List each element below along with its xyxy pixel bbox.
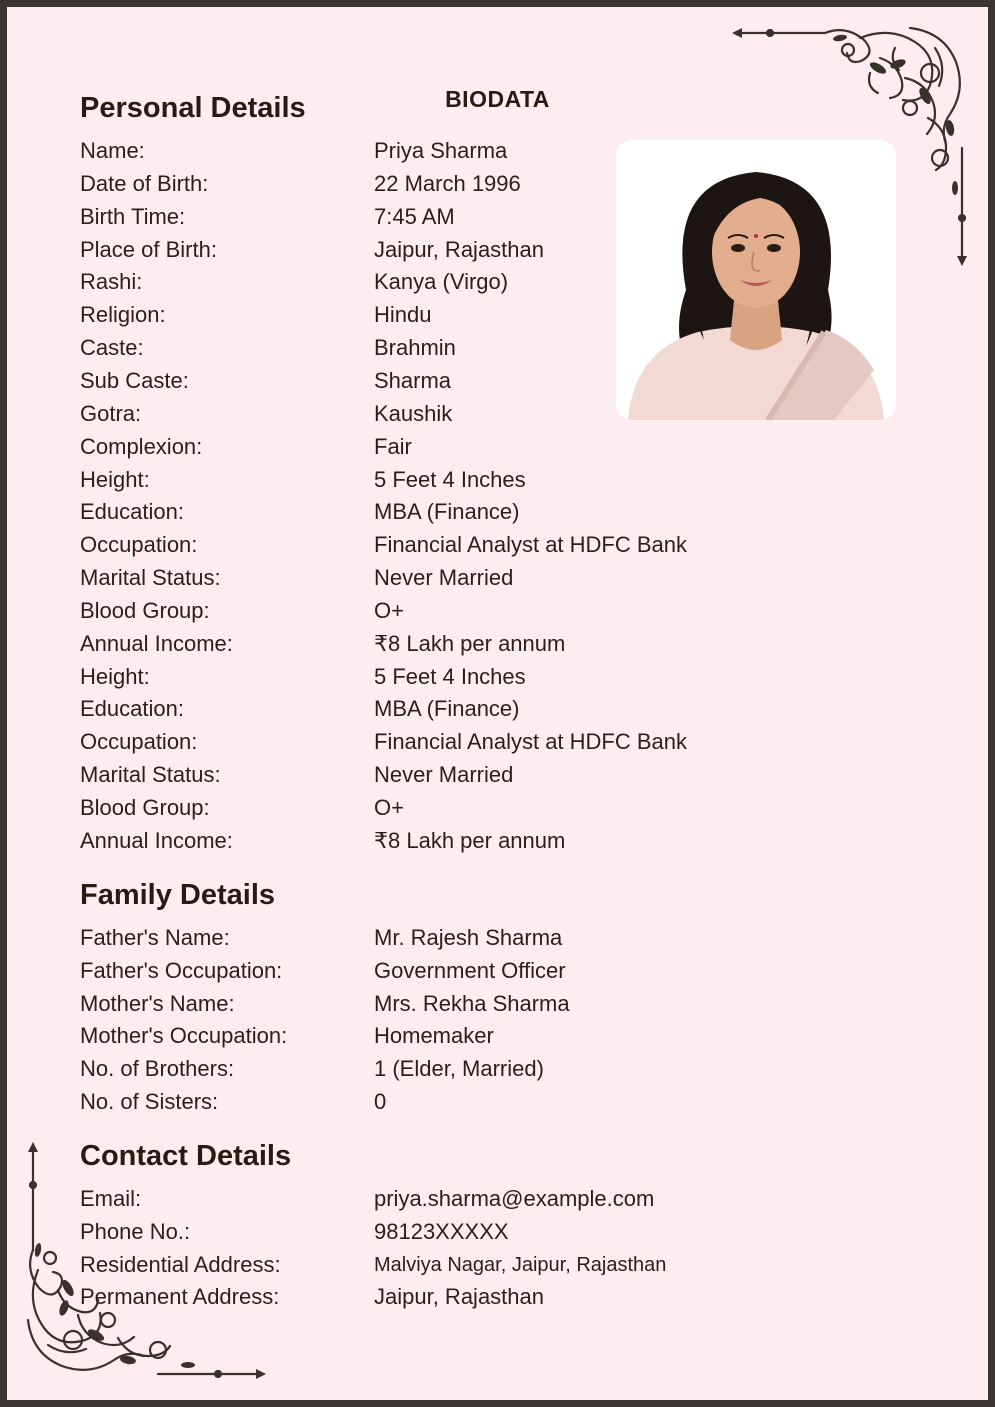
family-row-label: Mother's Name: xyxy=(80,990,235,1016)
family-row: Mother's Name: Mrs. Rekha Sharma xyxy=(80,991,780,1024)
personal-row-label: Marital Status: xyxy=(80,565,221,591)
personal-row-value: O+ xyxy=(374,795,404,820)
personal-row: Place of Birth: Jaipur, Rajasthan xyxy=(80,237,780,270)
contact-row-value: 98123XXXXX xyxy=(374,1218,509,1244)
personal-row: Education: MBA (Finance) xyxy=(80,696,780,729)
family-row: Mother's Occupation: Homemaker xyxy=(80,1023,780,1056)
personal-row-label: Rashi: xyxy=(80,269,143,295)
personal-row-value: Priya Sharma xyxy=(374,138,508,163)
personal-row-label: Gotra: xyxy=(80,400,142,426)
personal-row: Name: Priya Sharma xyxy=(80,138,780,171)
personal-row: Gotra: Kaushik xyxy=(80,401,780,434)
personal-row-label: Caste: xyxy=(80,335,144,361)
personal-row-value: 22 March 1996 xyxy=(374,170,521,196)
family-row-value: Mr. Rajesh Sharma xyxy=(374,925,563,950)
personal-row-value: O+ xyxy=(374,597,404,623)
family-row-label: Father's Name: xyxy=(80,925,230,950)
personal-row-value: Never Married xyxy=(374,762,514,788)
personal-row-value: Kanya (Virgo) xyxy=(374,269,509,295)
personal-row-label: Blood Group: xyxy=(80,795,210,820)
personal-row-label: Education: xyxy=(80,696,184,722)
personal-row: Annual Income: ₹8 Lakh per annum xyxy=(80,828,780,861)
personal-row: Blood Group: O+ xyxy=(80,598,780,631)
personal-row-label: Annual Income: xyxy=(80,827,233,853)
personal-row-label: Place of Birth: xyxy=(80,236,217,262)
personal-row: Religion: Hindu xyxy=(80,302,780,335)
contact-row-label: Email: xyxy=(80,1186,142,1211)
personal-details-heading: Personal Details xyxy=(80,92,306,124)
family-row-label: Mother's Occupation: xyxy=(80,1023,288,1049)
personal-row: Rashi: Kanya (Virgo) xyxy=(80,269,780,302)
personal-row: Annual Income: ₹8 Lakh per annum xyxy=(80,631,780,664)
personal-row-label: Name: xyxy=(80,138,145,163)
contact-row-label: Permanent Address: xyxy=(80,1284,280,1310)
family-row-label: No. of Sisters: xyxy=(80,1089,219,1114)
family-row: Father's Occupation: Government Officer xyxy=(80,958,780,991)
contact-row: Phone No.: 98123XXXXX xyxy=(80,1219,780,1252)
personal-row: Education: MBA (Finance) xyxy=(80,499,780,532)
personal-row: Blood Group: O+ xyxy=(80,795,780,828)
contact-row-value: Jaipur, Rajasthan xyxy=(374,1284,544,1310)
family-row: No. of Sisters: 0 xyxy=(80,1089,780,1122)
personal-row: Marital Status: Never Married xyxy=(80,565,780,598)
personal-row-label: Education: xyxy=(80,499,184,525)
contact-row-value: priya.sharma@example.com xyxy=(374,1186,655,1211)
personal-row-value: ₹8 Lakh per annum xyxy=(374,630,566,656)
personal-row-label: Height: xyxy=(80,466,150,492)
personal-row-value: Fair xyxy=(374,433,412,459)
contact-row: Email: priya.sharma@example.com xyxy=(80,1186,780,1219)
contact-row-label: Phone No.: xyxy=(80,1218,191,1244)
contact-row-label: Residential Address: xyxy=(80,1251,281,1277)
personal-row-label: Blood Group: xyxy=(80,597,210,623)
family-row-value: Homemaker xyxy=(374,1023,494,1049)
personal-row: Caste: Brahmin xyxy=(80,335,780,368)
personal-row-value: Financial Analyst at HDFC Bank xyxy=(374,729,688,755)
personal-row: Sub Caste: Sharma xyxy=(80,368,780,401)
personal-row: Height: 5 Feet 4 Inches xyxy=(80,664,780,697)
contact-row: Residential Address: Malviya Nagar, Jaipu… xyxy=(80,1252,780,1285)
personal-row-value: 7:45 AM xyxy=(374,203,455,229)
personal-row-label: Occupation: xyxy=(80,532,198,558)
personal-row-value: 5 Feet 4 Inches xyxy=(374,466,526,492)
personal-row-label: Occupation: xyxy=(80,729,198,755)
personal-row-value: Sharma xyxy=(374,367,452,393)
personal-row-value: MBA (Finance) xyxy=(374,696,520,722)
personal-row-label: Date of Birth: xyxy=(80,170,209,196)
personal-row-value: 5 Feet 4 Inches xyxy=(374,663,526,689)
personal-row-value: Brahmin xyxy=(374,335,456,361)
family-row-label: Father's Occupation: xyxy=(80,957,283,983)
personal-row-label: Height: xyxy=(80,663,150,689)
personal-row-label: Birth Time: xyxy=(80,203,186,229)
personal-row-value: Never Married xyxy=(374,565,514,591)
personal-row-value: Financial Analyst at HDFC Bank xyxy=(374,532,688,558)
contact-row: Permanent Address: Jaipur, Rajasthan xyxy=(80,1284,780,1317)
family-row-value: 0 xyxy=(374,1089,387,1114)
family-row: Father's Name: Mr. Rajesh Sharma xyxy=(80,925,780,958)
family-row-label: No. of Brothers: xyxy=(80,1056,235,1082)
personal-row-label: Religion: xyxy=(80,302,166,328)
personal-row-value: Jaipur, Rajasthan xyxy=(374,236,544,262)
personal-row-value: MBA (Finance) xyxy=(374,499,520,525)
personal-row-label: Marital Status: xyxy=(80,762,221,788)
contact-row-value: Malviya Nagar, Jaipur, Rajasthan xyxy=(374,1253,667,1276)
family-row: No. of Brothers: 1 (Elder, Married) xyxy=(80,1056,780,1089)
personal-row: Marital Status: Never Married xyxy=(80,762,780,795)
personal-row-label: Complexion: xyxy=(80,433,203,459)
family-details-heading: Family Details xyxy=(80,879,276,911)
family-row-value: Mrs. Rekha Sharma xyxy=(374,990,570,1016)
personal-row: Birth Time: 7:45 AM xyxy=(80,204,780,237)
personal-row: Date of Birth: 22 March 1996 xyxy=(80,171,780,204)
personal-row-label: Annual Income: xyxy=(80,630,233,656)
personal-row-value: Kaushik xyxy=(374,400,453,426)
personal-row: Height: 5 Feet 4 Inches xyxy=(80,467,780,500)
personal-row-label: Sub Caste: xyxy=(80,367,189,393)
contact-details-heading: Contact Details xyxy=(80,1140,292,1172)
personal-row: Occupation: Financial Analyst at HDFC Ban… xyxy=(80,729,780,762)
personal-row: Occupation: Financial Analyst at HDFC Ban… xyxy=(80,532,780,565)
family-row-value: 1 (Elder, Married) xyxy=(374,1056,544,1082)
personal-row-value: ₹8 Lakh per annum xyxy=(374,827,566,853)
family-row-value: Government Officer xyxy=(374,957,566,983)
personal-row: Complexion: Fair xyxy=(80,434,780,467)
personal-row-value: Hindu xyxy=(374,302,432,328)
